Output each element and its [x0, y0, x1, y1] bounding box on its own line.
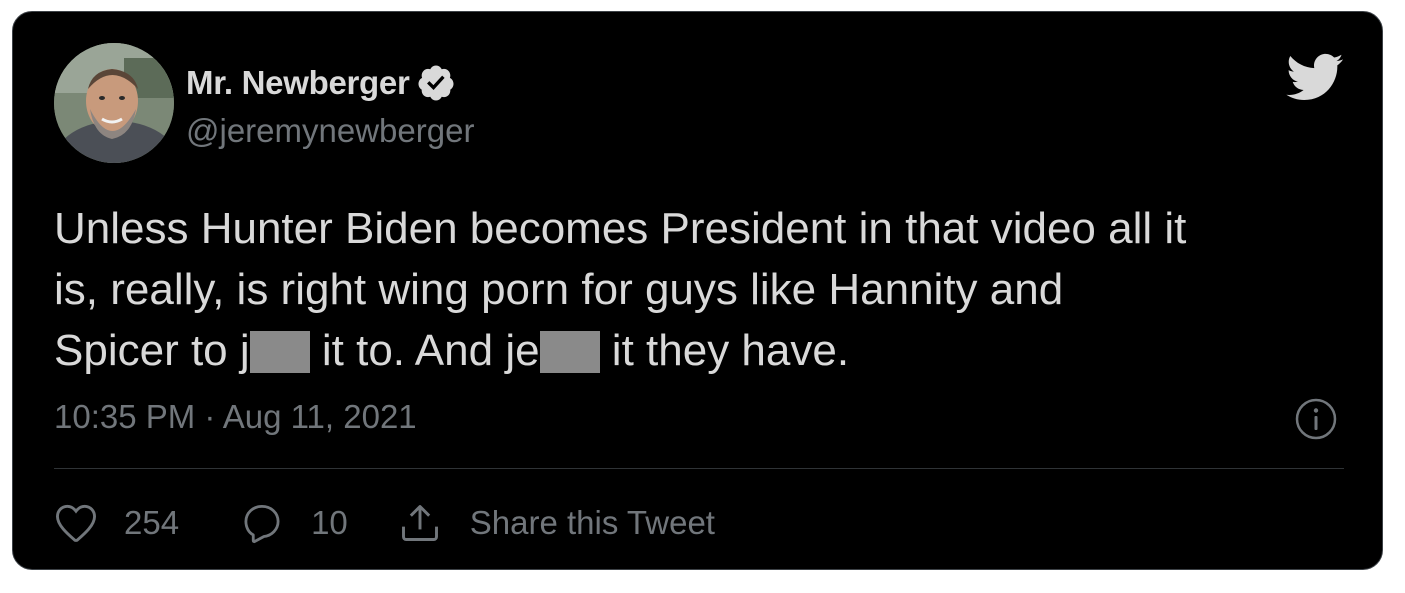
tweet-text-line: Unless Hunter Biden becomes President in… [54, 204, 1187, 253]
redaction-box [539, 331, 600, 373]
reply-count: 10 [311, 504, 348, 541]
author-display-name[interactable]: Mr. Newberger [186, 64, 410, 102]
reply-button[interactable]: 10 [241, 502, 348, 544]
tweet-timestamp[interactable]: 10:35 PM · Aug 11, 2021 [54, 398, 417, 436]
heart-icon [55, 504, 97, 542]
tweet-actions: 254 10 Share this Tweet [54, 498, 715, 548]
share-button[interactable]: Share this Tweet [398, 501, 715, 545]
tweet-text-line: is, really, is right wing porn for guys … [54, 265, 1064, 314]
redaction-box [249, 331, 310, 373]
author-name-row[interactable]: Mr. Newberger [186, 63, 456, 103]
like-button[interactable]: 254 [54, 503, 179, 543]
tweet-text-segment: it to. And je [309, 326, 540, 375]
author-handle[interactable]: @jeremynewberger [186, 112, 474, 150]
tweet-text-segment: it they have. [599, 326, 850, 375]
info-icon[interactable] [1294, 397, 1338, 441]
avatar[interactable] [54, 43, 174, 163]
tweet-text-line: Spicer to j it to. And je it they have. [54, 320, 1354, 381]
tweet-text-segment: Spicer to j [54, 326, 250, 375]
share-icon [401, 505, 438, 541]
tweet-card[interactable]: Mr. Newberger @jeremynewberger Unless Hu… [12, 11, 1383, 570]
verified-badge-icon [416, 63, 456, 103]
divider [54, 468, 1344, 469]
like-count: 254 [124, 504, 180, 541]
tweet-text: Unless Hunter Biden becomes President in… [54, 198, 1354, 381]
reply-icon [244, 504, 280, 544]
twitter-bird-icon[interactable] [1284, 52, 1344, 102]
share-label: Share this Tweet [469, 504, 715, 541]
